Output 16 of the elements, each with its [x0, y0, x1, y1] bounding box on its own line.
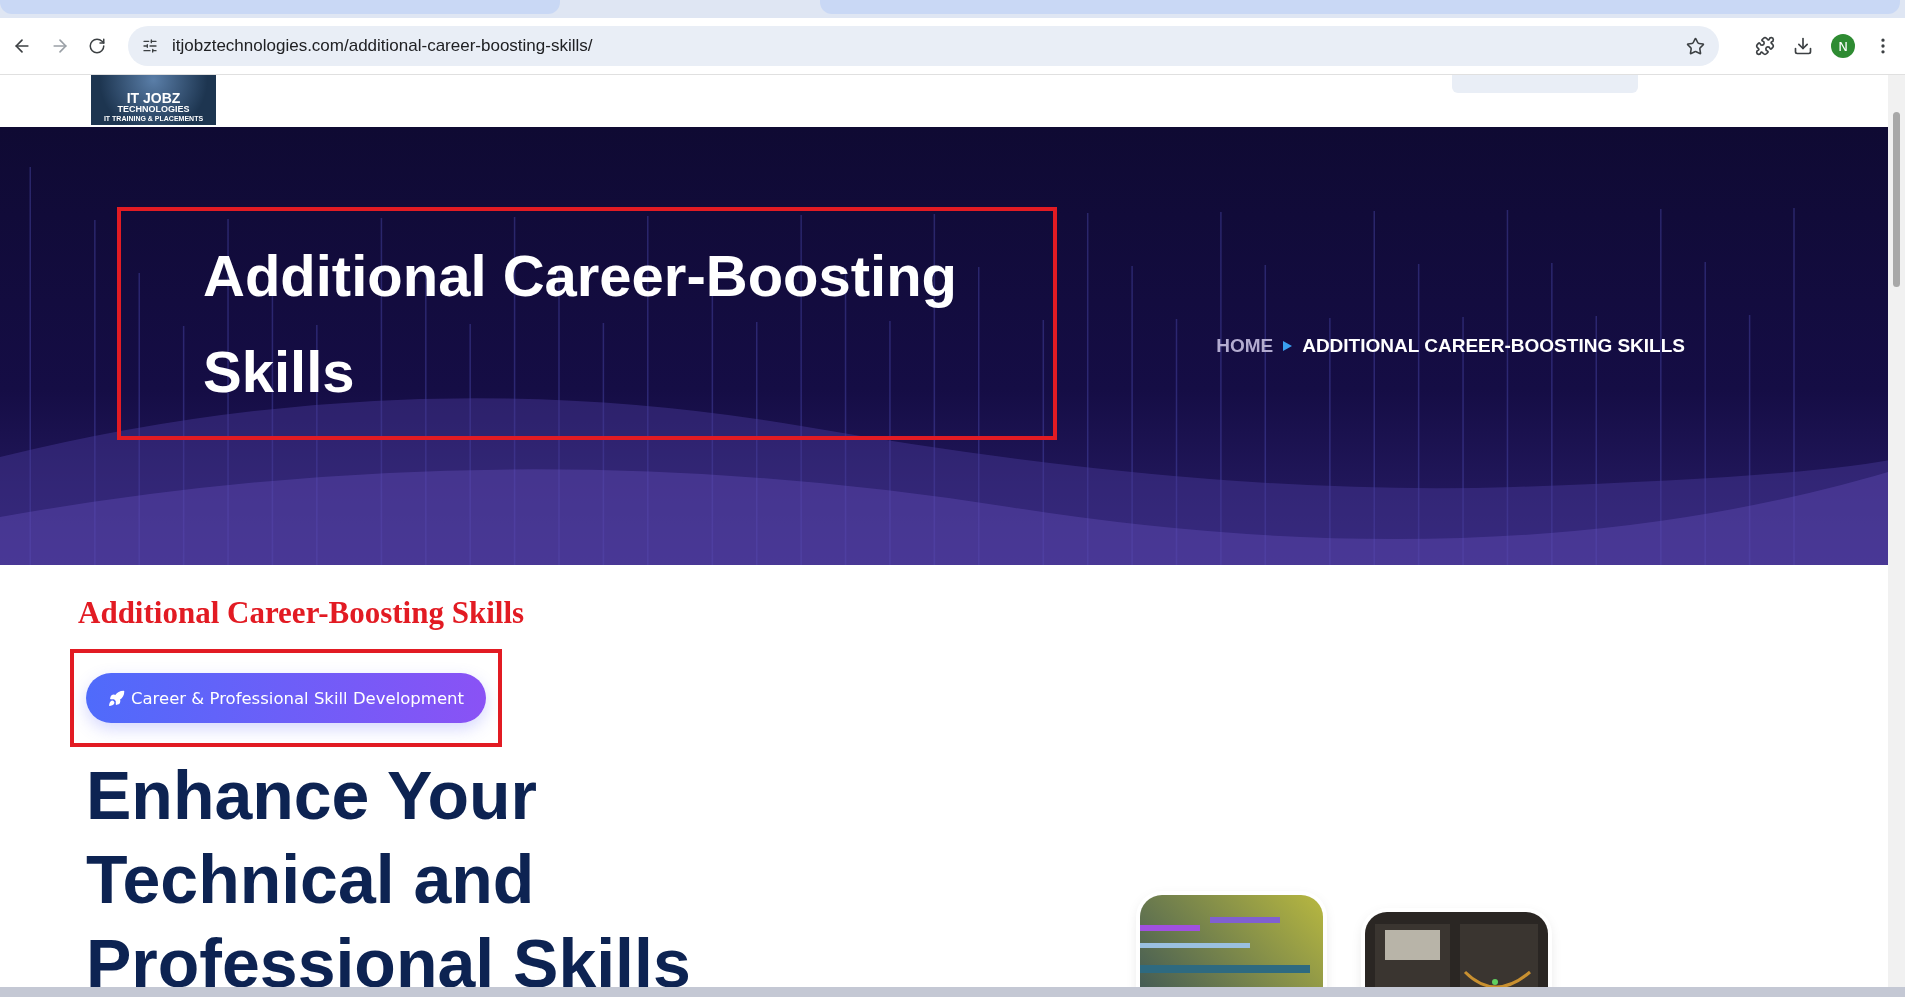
chevron-icon [1283, 341, 1293, 351]
rocket-icon [108, 689, 125, 707]
site-settings-icon[interactable] [142, 38, 158, 54]
page-title: Additional Career-Boosting Skills [203, 241, 959, 406]
bookmark-star-icon[interactable] [1686, 36, 1705, 56]
profile-avatar[interactable]: N [1831, 34, 1855, 58]
reload-icon[interactable] [88, 37, 106, 55]
download-icon[interactable] [1793, 36, 1813, 56]
scrollbar-thumb[interactable] [1893, 112, 1900, 287]
breadcrumb-link[interactable]: HOME [1216, 335, 1274, 357]
address-bar[interactable]: itjobztechnologies.com/additional-career-boosting-skills/ [128, 26, 1719, 66]
section-heading: Additional Career-Boosting Skills [78, 595, 526, 631]
extensions-icon[interactable] [1755, 36, 1775, 56]
headline: Enhance Your Technical and Professional Skills [86, 756, 691, 997]
breadcrumb-current: ADDITIONAL CAREER-BOOSTING SKILLS [1302, 335, 1685, 357]
category-badge[interactable]: Career & Professional Skill Development [86, 673, 486, 723]
